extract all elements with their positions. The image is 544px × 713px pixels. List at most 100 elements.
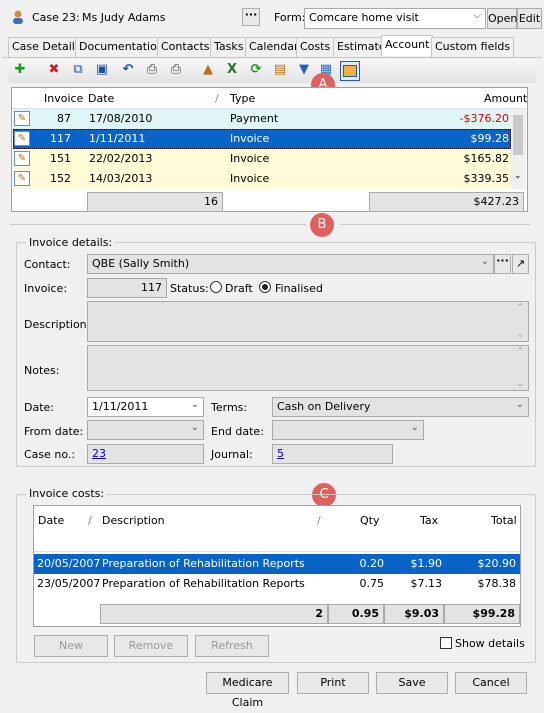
- ledger-scrollbar[interactable]: ⌄: [511, 109, 526, 189]
- refresh-cost-button[interactable]: Refresh: [195, 635, 269, 657]
- refresh-icon[interactable]: ⟳: [248, 62, 264, 78]
- edit-row-icon[interactable]: ✎: [14, 151, 30, 166]
- invoice-number-field[interactable]: 117: [87, 278, 167, 298]
- undo-icon[interactable]: ↶: [120, 62, 136, 78]
- row-type: Invoice: [230, 172, 270, 185]
- case-label: Case: [32, 11, 59, 24]
- end-date-picker[interactable]: ⌄: [272, 420, 424, 440]
- tab-documentation[interactable]: Documentation: [75, 37, 168, 57]
- cancel-button[interactable]: Cancel: [455, 672, 527, 694]
- col-type[interactable]: Type: [230, 92, 255, 105]
- ledger-row[interactable]: ✎ 117 1/11/2011 Invoice $99.28: [13, 129, 511, 149]
- save-button[interactable]: Save: [376, 672, 448, 694]
- splitter[interactable]: [10, 224, 306, 225]
- description-field[interactable]: ⌃ ⌄: [87, 301, 529, 342]
- tab-tasks[interactable]: Tasks: [210, 37, 248, 57]
- col-amount[interactable]: Amount: [484, 92, 527, 105]
- cost-qty: 0.75: [359, 577, 385, 590]
- row-type: Invoice: [230, 132, 270, 145]
- case-no-link[interactable]: 23: [92, 447, 106, 460]
- tab-calendar[interactable]: Calendar: [245, 37, 303, 57]
- open-button[interactable]: Open: [487, 8, 517, 29]
- col-date[interactable]: Date: [88, 92, 114, 105]
- export-icon[interactable]: ▲: [200, 62, 216, 78]
- splitter-right[interactable]: [340, 224, 530, 225]
- excel-icon[interactable]: X: [224, 62, 240, 78]
- journal-link[interactable]: 5: [277, 447, 284, 460]
- print-preview-icon[interactable]: ⎙: [144, 62, 160, 78]
- costs-qty-total: 0.95: [328, 604, 384, 624]
- chevron-down-icon: ⌄: [190, 399, 199, 410]
- case-more-button[interactable]: ···: [242, 8, 260, 26]
- medicare-claim-button[interactable]: Medicare Claim: [206, 672, 289, 709]
- from-date-picker[interactable]: ⌄: [87, 420, 204, 440]
- draft-radio[interactable]: [210, 281, 222, 293]
- scroll-down-icon[interactable]: ⌄: [514, 171, 522, 181]
- col-cost-total[interactable]: Total: [491, 514, 517, 527]
- ledger-row[interactable]: ✎ 151 22/02/2013 Invoice $165.82: [13, 149, 511, 169]
- col-invoice[interactable]: Invoice: [44, 92, 83, 105]
- row-type: Payment: [230, 112, 279, 125]
- draft-label[interactable]: Draft: [225, 282, 253, 295]
- contact-select[interactable]: QBE (Sally Smith) ⌄: [87, 254, 494, 274]
- row-date: 1/11/2011: [89, 132, 146, 145]
- row-invoice: 152: [50, 172, 71, 185]
- form-select[interactable]: Comcare home visit ⌵: [304, 8, 486, 29]
- col-cost-tax[interactable]: Tax: [420, 514, 438, 527]
- remove-cost-button[interactable]: Remove: [114, 635, 188, 657]
- case-no-label: Case no.:: [24, 448, 76, 461]
- terms-select[interactable]: Cash on Delivery ⌄: [272, 397, 529, 417]
- tab-case-details[interactable]: Case Details: [8, 37, 85, 57]
- show-details-label[interactable]: Show details: [455, 637, 525, 650]
- tab-custom-fields[interactable]: Custom fields: [431, 37, 515, 57]
- save-icon[interactable]: ▣: [94, 62, 110, 78]
- row-amount: $165.82: [463, 152, 510, 165]
- print-icon[interactable]: ⎙: [168, 62, 184, 78]
- chevron-down-icon: ⌄: [480, 256, 489, 267]
- cost-tax: $7.13: [410, 577, 443, 590]
- tab-contacts[interactable]: Contacts: [157, 37, 214, 57]
- row-date: 22/02/2013: [89, 152, 153, 165]
- print-button[interactable]: Print: [297, 672, 369, 694]
- date-picker[interactable]: 1/11/2011 ⌄: [87, 397, 204, 417]
- col-cost-qty[interactable]: Qty: [360, 514, 379, 527]
- chevron-down-icon: ⌄: [190, 422, 199, 433]
- case-no-field: 23: [87, 444, 204, 464]
- ledger-count-total: 16: [87, 192, 223, 212]
- finalised-radio[interactable]: [259, 281, 271, 293]
- edit-row-icon[interactable]: ✎: [14, 131, 30, 146]
- edit-row-icon[interactable]: ✎: [14, 171, 30, 186]
- tab-costs[interactable]: Costs: [296, 37, 335, 57]
- tab-account[interactable]: Account: [381, 35, 434, 56]
- notes-field[interactable]: ⌃ ⌄: [87, 345, 529, 391]
- cost-date: 20/05/2007: [37, 557, 101, 570]
- ledger-row[interactable]: ✎ 87 17/08/2010 Payment -$376.20: [13, 109, 511, 129]
- chart-icon[interactable]: ▤: [272, 62, 288, 78]
- row-amount: $99.28: [470, 132, 510, 145]
- split-view-icon[interactable]: [340, 61, 360, 81]
- cost-row[interactable]: 20/05/2007 Preparation of Rehabilitation …: [34, 554, 520, 574]
- contact-more-button[interactable]: ···: [494, 254, 511, 274]
- col-cost-description[interactable]: Description: [102, 514, 165, 527]
- edit-button[interactable]: Edit: [517, 8, 542, 29]
- scroll-thumb[interactable]: [513, 115, 523, 155]
- contact-label: Contact:: [24, 258, 71, 271]
- cost-row[interactable]: 23/05/2007 Preparation of Rehabilitation …: [34, 574, 520, 594]
- new-cost-button[interactable]: New: [34, 635, 108, 657]
- invoice-costs-legend: Invoice costs:: [26, 487, 108, 500]
- date-label: Date:: [24, 401, 54, 414]
- journal-field: 5: [272, 444, 393, 464]
- edit-row-icon[interactable]: ✎: [14, 111, 30, 126]
- delete-icon[interactable]: ✖: [46, 62, 62, 78]
- chevron-up-icon: ⌃: [516, 347, 524, 357]
- cost-total: $78.38: [477, 577, 517, 590]
- costs-header: Date / Description / Qty Tax Total: [34, 506, 520, 552]
- add-icon[interactable]: ✚: [12, 62, 28, 78]
- filter-icon[interactable]: ▼: [296, 62, 312, 78]
- ledger-row[interactable]: ✎ 152 14/03/2013 Invoice $339.35: [13, 169, 511, 189]
- show-details-checkbox[interactable]: [440, 637, 452, 649]
- finalised-label[interactable]: Finalised: [275, 282, 323, 295]
- copy-icon[interactable]: ⧉: [70, 62, 86, 78]
- col-cost-date[interactable]: Date: [38, 514, 64, 527]
- contact-open-button[interactable]: ↗: [512, 254, 529, 274]
